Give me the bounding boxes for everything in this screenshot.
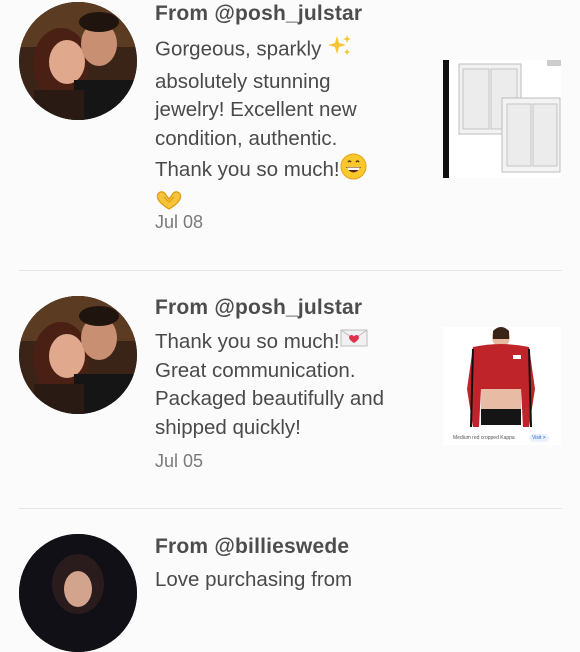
avatar[interactable] — [19, 534, 137, 652]
review-date: Jul 05 — [155, 451, 204, 471]
divider — [19, 270, 562, 271]
review-text: Gorgeous, sparkly absolutely stunning je… — [155, 33, 425, 219]
grinning-face-icon — [340, 153, 367, 189]
divider — [19, 508, 562, 509]
review-author[interactable]: From @billieswede — [155, 535, 349, 559]
review-author[interactable]: From @posh_julstar — [155, 2, 362, 26]
review-line: absolutely stunning — [155, 69, 331, 93]
visit-button[interactable]: Visit > — [529, 434, 549, 442]
review-line: Thank you so much! — [155, 158, 340, 182]
review-line: Thank you so much! — [155, 330, 340, 353]
review-line: jewelry! Excellent new — [155, 98, 357, 121]
listing-thumbnail[interactable]: Medium red cropped Kappa Visit > — [443, 327, 561, 445]
review-line: Love purchasing from — [155, 568, 353, 591]
love-letter-icon — [340, 328, 368, 357]
sparkles-icon — [327, 33, 353, 68]
review-line: condition, authentic. — [155, 126, 338, 150]
review-line: Great communication. — [155, 358, 356, 382]
avatar[interactable] — [19, 2, 137, 120]
review-text: Thank you so much! Great communication. … — [155, 328, 425, 442]
review-author[interactable]: From @posh_julstar — [155, 296, 362, 320]
review-date: Jul 08 — [155, 212, 204, 232]
review-line: shipped quickly! — [155, 415, 301, 439]
avatar[interactable] — [19, 296, 137, 414]
listing-caption: Medium red cropped Kappa — [453, 435, 515, 441]
review-text: Love purchasing from — [155, 566, 425, 595]
review-line: Packaged beautifully and — [155, 387, 385, 411]
review-line: Gorgeous, sparkly — [155, 37, 322, 61]
listing-thumbnail[interactable] — [443, 60, 561, 178]
